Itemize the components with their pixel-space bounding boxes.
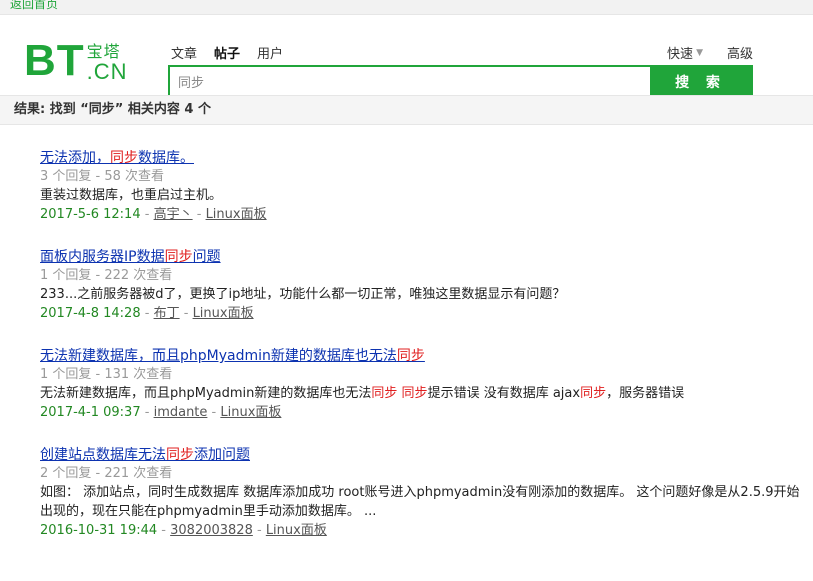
result-title-link[interactable]: 面板内服务器IP数据同步问题 (40, 247, 800, 267)
result-title-link[interactable]: 无法添加，同步数据库。 (40, 148, 800, 168)
result-meta: 2 个回复 - 221 次查看 (40, 466, 173, 481)
result-title-link[interactable]: 无法新建数据库，而且phpMyadmin新建的数据库也无法同步 (40, 346, 800, 366)
result-snippet: 无法新建数据库，而且phpMyadmin新建的数据库也无法同步 同步提示错误 没… (40, 384, 800, 403)
title-highlight: 同步 (110, 150, 138, 166)
chevron-down-icon: ▼ (696, 47, 703, 58)
board-link[interactable]: Linux面板 (206, 207, 267, 222)
snippet-highlight: 同步 (371, 386, 398, 401)
author-link[interactable]: 3082003828 (170, 523, 253, 538)
board-link[interactable]: Linux面板 (266, 523, 327, 538)
result-date: 2017-5-6 12:14 (40, 207, 141, 222)
snippet-text: 重装过数据库，也重启过主机。 (40, 188, 223, 203)
quick-dropdown[interactable]: 快速 ▼ (667, 43, 703, 62)
right-links: 快速 ▼ 高级 (667, 43, 753, 62)
title-text: 添加问题 (194, 447, 250, 463)
snippet-text: 无法新建数据库，而且phpMyadmin新建的数据库也无法 (40, 386, 372, 401)
results-summary: 结果: 找到 “同步” 相关内容 4 个 (0, 95, 813, 125)
results-list: 无法添加，同步数据库。 3 个回复 - 58 次查看 重装过数据库，也重启过主机… (40, 148, 800, 563)
search-type-tabs: 文章 帖子 用户 (171, 43, 283, 62)
snippet-text: 提示错误 没有数据库 ajax (427, 386, 581, 401)
snippet-highlight: 同步 (401, 386, 428, 401)
result-footer: 2017-5-6 12:14 - 高宇丶 - Linux面板 (40, 205, 800, 224)
result-item: 创建站点数据库无法同步添加问题 2 个回复 - 221 次查看 如图： 添加站点… (40, 445, 800, 540)
board-link[interactable]: Linux面板 (193, 306, 254, 321)
separator: - (196, 207, 206, 222)
result-date: 2017-4-8 14:28 (40, 306, 141, 321)
separator: - (144, 207, 154, 222)
logo-bt-text: BT (24, 36, 85, 85)
title-text: 面板内服务器IP数据 (40, 249, 165, 265)
result-snippet: 重装过数据库，也重启过主机。 (40, 186, 800, 205)
snippet-highlight: 同步 (580, 386, 607, 401)
search-button[interactable]: 搜 索 (650, 67, 751, 96)
snippet-text: 如图： 添加站点，同时生成数据库 数据库添加成功 root账号进入phpmyad… (40, 485, 800, 519)
separator: - (144, 306, 154, 321)
separator: - (256, 523, 266, 538)
back-home-link[interactable]: 返回首页 (10, 0, 58, 12)
title-highlight: 同步 (164, 249, 193, 265)
separator: - (161, 523, 171, 538)
result-footer: 2017-4-8 14:28 - 布丁 - Linux面板 (40, 304, 800, 323)
snippet-text: ，服务器错误 (606, 386, 685, 401)
result-item: 面板内服务器IP数据同步问题 1 个回复 - 222 次查看 233...之前服… (40, 247, 800, 323)
result-meta: 1 个回复 - 222 次查看 (40, 268, 173, 283)
title-text: 数据库。 (138, 150, 194, 166)
result-snippet: 233...之前服务器被d了，更换了ip地址，功能什么都一切正常，唯独这里数据显… (40, 285, 800, 304)
search-box: 搜 索 (168, 65, 753, 98)
separator: - (183, 306, 193, 321)
result-item: 无法新建数据库，而且phpMyadmin新建的数据库也无法同步 1 个回复 - … (40, 346, 800, 422)
result-meta: 3 个回复 - 58 次查看 (40, 169, 165, 184)
result-snippet: 如图： 添加站点，同时生成数据库 数据库添加成功 root账号进入phpmyad… (40, 483, 800, 521)
search-input[interactable] (170, 67, 650, 96)
tab-articles[interactable]: 文章 (171, 43, 197, 62)
title-text: 问题 (192, 249, 221, 265)
result-item: 无法添加，同步数据库。 3 个回复 - 58 次查看 重装过数据库，也重启过主机… (40, 148, 800, 224)
author-link[interactable]: 布丁 (154, 306, 180, 321)
advanced-link[interactable]: 高级 (727, 43, 753, 62)
title-text: 无法添加， (40, 150, 110, 166)
result-date: 2016-10-31 19:44 (40, 523, 158, 538)
result-title-link[interactable]: 创建站点数据库无法同步添加问题 (40, 445, 800, 465)
bt-logo[interactable]: BT 宝塔 .CN (24, 39, 128, 83)
tab-users[interactable]: 用户 (257, 43, 283, 62)
logo-cn-bottom: .CN (86, 59, 128, 84)
title-highlight: 同步 (396, 348, 425, 364)
result-date: 2017-4-1 09:37 (40, 405, 141, 420)
result-meta: 1 个回复 - 131 次查看 (40, 367, 173, 382)
result-footer: 2017-4-1 09:37 - imdante - Linux面板 (40, 403, 800, 422)
logo-right: 宝塔 .CN (87, 43, 128, 83)
title-highlight: 同步 (166, 447, 194, 463)
author-link[interactable]: imdante (154, 405, 208, 420)
result-footer: 2016-10-31 19:44 - 3082003828 - Linux面板 (40, 521, 800, 540)
title-text: 无法新建数据库，而且phpMyadmin新建的数据库也无法 (40, 348, 397, 364)
separator: - (144, 405, 154, 420)
tab-posts[interactable]: 帖子 (214, 43, 240, 62)
title-text: 创建站点数据库无法 (40, 447, 166, 463)
top-bar: 返回首页 (0, 0, 813, 15)
board-link[interactable]: Linux面板 (220, 405, 281, 420)
quick-label: 快速 (667, 47, 694, 62)
header: BT 宝塔 .CN 文章 帖子 用户 快速 ▼ 高级 搜 索 (0, 15, 813, 98)
author-link[interactable]: 高宇丶 (154, 207, 193, 222)
snippet-text: 233...之前服务器被d了，更换了ip地址，功能什么都一切正常，唯独这里数据显… (40, 287, 566, 302)
